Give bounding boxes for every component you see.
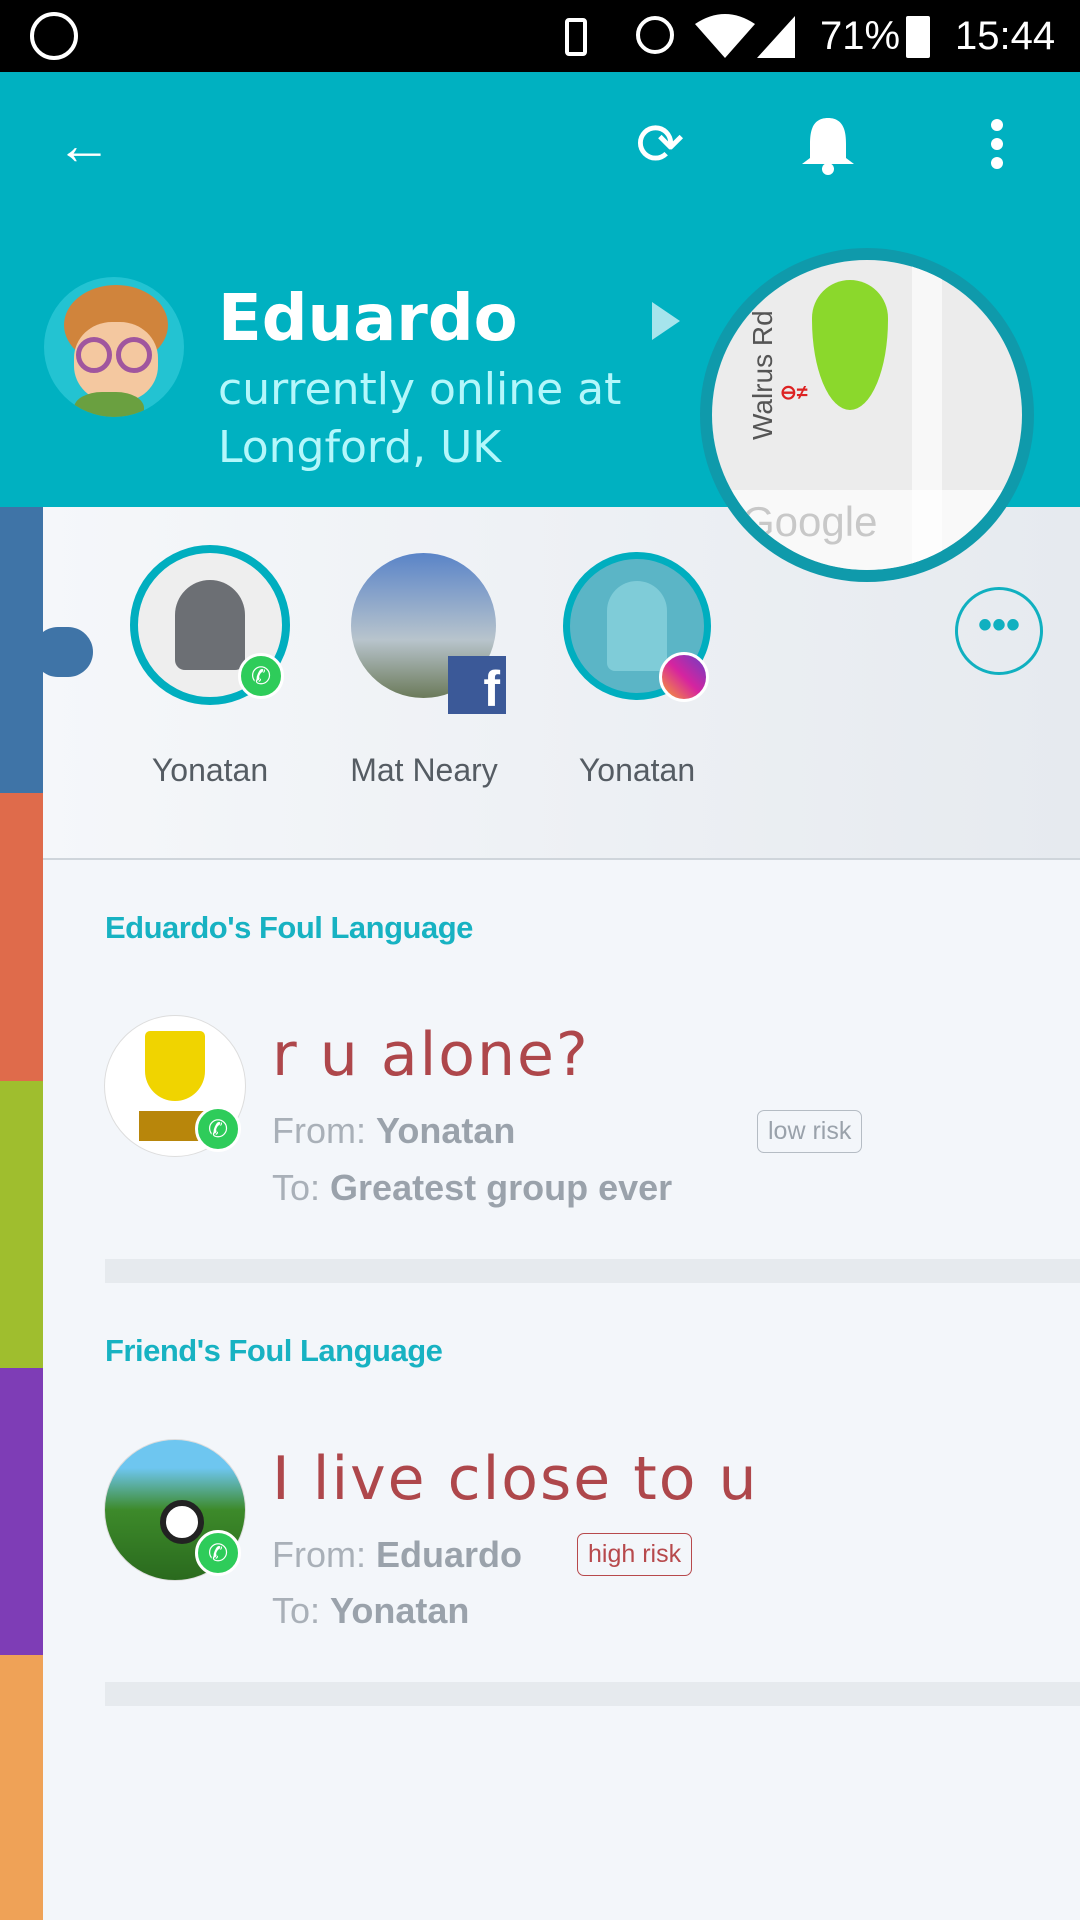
google-logo: Google — [742, 498, 878, 545]
from-name: Yonatan — [376, 1110, 516, 1151]
sender-avatar[interactable]: ✆ — [104, 1439, 246, 1581]
facebook-icon: f — [448, 656, 506, 717]
contact-item[interactable]: ✆ — [130, 545, 290, 705]
refresh-icon[interactable]: ⟳ — [625, 109, 695, 179]
strip-green — [0, 1081, 43, 1368]
divider — [105, 1682, 1080, 1706]
whatsapp-icon: ✆ — [195, 1106, 241, 1152]
from-name: Eduardo — [376, 1534, 523, 1575]
to-name: Greatest group ever — [330, 1167, 673, 1208]
more-contacts-button[interactable]: ••• — [955, 587, 1043, 675]
risk-badge-high: high risk — [577, 1533, 693, 1576]
play-triangle-icon[interactable] — [652, 302, 682, 340]
contact-name: Mat Neary — [350, 752, 498, 788]
clock: 15:44 — [955, 14, 1056, 58]
to-label: To: — [272, 1590, 321, 1631]
wifi-signal-icon — [695, 14, 795, 58]
strip-light-orange — [0, 1655, 43, 1920]
battery-percent: 71% — [820, 14, 901, 58]
more-vert-icon[interactable] — [985, 117, 1009, 173]
map-pin-icon — [812, 280, 888, 410]
bell-icon[interactable] — [800, 114, 856, 176]
battery-icon — [906, 16, 930, 58]
flagged-message[interactable]: I live close to u — [272, 1444, 759, 1514]
location-text: Longford, UK — [218, 422, 502, 473]
contact-item[interactable] — [563, 552, 711, 702]
whatsapp-icon: ✆ — [238, 653, 284, 699]
from-label: From: — [272, 1110, 366, 1151]
risk-badge-low: low risk — [757, 1110, 863, 1153]
online-status: currently online at — [218, 364, 622, 415]
contact-name: Yonatan — [151, 752, 269, 788]
soccer-ball-icon — [160, 1500, 204, 1544]
contact-name: Yonatan — [578, 752, 696, 788]
instagram-icon — [659, 652, 709, 702]
trophy-icon — [145, 1031, 205, 1101]
contact-item[interactable]: f — [351, 553, 506, 717]
child-name: Eduardo — [218, 282, 518, 356]
divider — [105, 1259, 1080, 1283]
flagged-message[interactable]: r u alone? — [272, 1020, 590, 1090]
whatsapp-icon: ✆ — [195, 1530, 241, 1576]
section-title-own: Eduardo's Foul Language — [105, 910, 473, 945]
station-icon: ⊖≠ — [780, 382, 808, 404]
back-arrow-icon[interactable]: ← — [49, 109, 119, 179]
group-avatar[interactable]: ✆ — [104, 1015, 246, 1157]
status-bar: 71% 15:44 — [0, 0, 1080, 72]
whatsapp-icon — [30, 12, 78, 60]
strip-orange — [0, 793, 43, 1081]
alarm-icon — [636, 16, 674, 54]
to-label: To: — [272, 1167, 321, 1208]
section-title-friend: Friend's Foul Language — [105, 1333, 443, 1368]
to-name: Yonatan — [330, 1590, 470, 1631]
location-map[interactable]: Walrus Rd ⊖≠ Google — [700, 248, 1034, 582]
vibrate-icon — [565, 18, 587, 56]
from-label: From: — [272, 1534, 366, 1575]
map-street-label: Walrus Rd — [747, 310, 778, 440]
strip-purple — [0, 1368, 43, 1655]
child-avatar[interactable] — [44, 277, 184, 417]
